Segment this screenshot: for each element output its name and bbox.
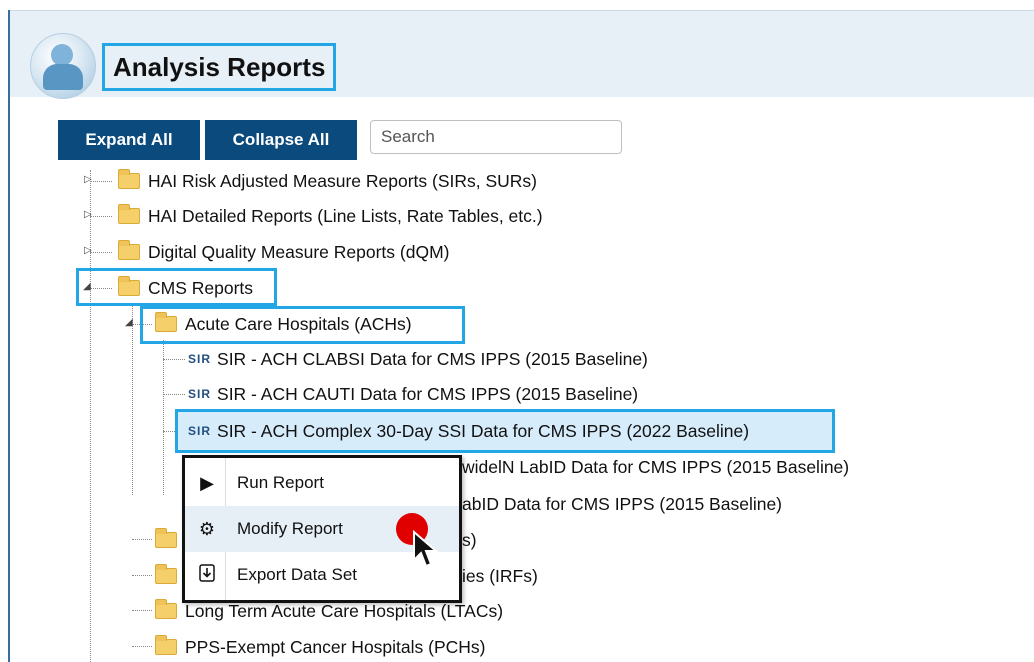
folder-icon — [118, 169, 140, 189]
report-label: SIR - ACH Complex 30-Day SSI Data for CM… — [217, 420, 750, 441]
tree-node-label: HAI Risk Adjusted Measure Reports (SIRs,… — [148, 170, 538, 191]
tree-node-pchs[interactable]: PPS-Exempt Cancer Hospitals (PCHs) — [155, 633, 486, 661]
tree-node-label: ies (IRFs) — [462, 565, 538, 586]
tree-node-label: Acute Care Hospitals (ACHs) — [185, 313, 412, 334]
report-complex-ssi[interactable]: SIR SIR - ACH Complex 30-Day SSI Data fo… — [188, 417, 749, 445]
expand-toggle-icon[interactable]: ▷ — [84, 245, 92, 256]
export-icon — [185, 563, 229, 587]
report-cauti[interactable]: SIR SIR - ACH CAUTI Data for CMS IPPS (2… — [188, 380, 638, 408]
page-left-rule — [8, 10, 10, 662]
tree-node-label: Digital Quality Measure Reports (dQM) — [148, 241, 450, 262]
tree-connector — [132, 610, 152, 611]
tree-node-dqm[interactable]: Digital Quality Measure Reports (dQM) — [118, 238, 449, 266]
tree-node-label: HAI Detailed Reports (Line Lists, Rate T… — [148, 205, 543, 226]
report-clabsi[interactable]: SIR SIR - ACH CLABSI Data for CMS IPPS (… — [188, 345, 648, 373]
tree-connector — [90, 170, 91, 662]
expand-all-button[interactable]: Expand All — [58, 120, 200, 160]
tree-connector — [90, 216, 112, 217]
report-label: abID Data for CMS IPPS (2015 Baseline) — [462, 493, 783, 514]
menu-item-label: Modify Report — [237, 519, 343, 538]
tree-node-ach[interactable]: Acute Care Hospitals (ACHs) — [155, 310, 412, 338]
report-label: widelN LabID Data for CMS IPPS (2015 Bas… — [462, 456, 850, 477]
tree-node-label: PPS-Exempt Cancer Hospitals (PCHs) — [185, 636, 486, 657]
menu-item-run-report[interactable]: ▶ Run Report — [185, 460, 459, 506]
menu-item-label: Export Data Set — [237, 565, 358, 584]
tree-node-hai-detailed[interactable]: HAI Detailed Reports (Line Lists, Rate T… — [118, 202, 543, 230]
page-header: Analysis Reports — [10, 10, 1034, 99]
collapse-all-button[interactable]: Collapse All — [205, 120, 357, 160]
folder-icon — [155, 564, 177, 584]
tree-connector — [132, 324, 152, 325]
tree-connector — [132, 575, 152, 576]
logo-figure-head — [51, 44, 73, 66]
sir-badge: SIR — [188, 424, 212, 438]
tree-connector — [132, 646, 152, 647]
report-facwide-labid-partial[interactable]: widelN LabID Data for CMS IPPS (2015 Bas… — [462, 453, 849, 481]
title-highlight: Analysis Reports — [102, 43, 337, 91]
folder-icon — [155, 528, 177, 548]
tree-connector — [90, 181, 112, 182]
expand-toggle-icon[interactable]: ▷ — [84, 209, 92, 220]
tree-node-hai-risk-adjusted[interactable]: HAI Risk Adjusted Measure Reports (SIRs,… — [118, 167, 537, 195]
tree-node-partial-2[interactable] — [155, 562, 185, 590]
collapse-toggle-icon[interactable]: ◢ — [125, 317, 133, 328]
tree-connector — [132, 539, 152, 540]
tree-connector — [90, 288, 112, 289]
tree-node-partial-1-label[interactable]: s) — [462, 526, 477, 554]
logo-figure-body — [43, 64, 83, 90]
folder-icon — [118, 276, 140, 296]
report-label: SIR - ACH CAUTI Data for CMS IPPS (2015 … — [217, 383, 639, 404]
search-input[interactable] — [370, 120, 622, 154]
folder-icon — [118, 240, 140, 260]
page-title: Analysis Reports — [113, 52, 326, 82]
tree-node-label: s) — [462, 529, 477, 550]
tree-connector — [163, 394, 185, 395]
tree-node-cms-reports[interactable]: CMS Reports — [118, 274, 253, 302]
tree-connector — [163, 340, 164, 495]
folder-icon — [155, 312, 177, 332]
tree-node-label: CMS Reports — [148, 277, 254, 298]
tree-connector — [163, 359, 185, 360]
folder-icon — [155, 635, 177, 655]
cursor-arrow-icon — [413, 530, 438, 568]
gear-icon: ⚙ — [198, 518, 216, 539]
expand-toggle-icon[interactable]: ▷ — [84, 174, 92, 185]
menu-item-label: Run Report — [237, 473, 324, 492]
sir-badge: SIR — [188, 387, 212, 401]
tree-node-irfs-label[interactable]: ies (IRFs) — [462, 562, 538, 590]
app-logo — [30, 33, 96, 99]
report-label: SIR - ACH CLABSI Data for CMS IPPS (2015… — [217, 348, 648, 369]
tree-node-partial-1[interactable] — [155, 526, 185, 554]
collapse-toggle-icon[interactable]: ◢ — [83, 281, 91, 292]
sir-badge: SIR — [188, 352, 212, 366]
report-labid-partial[interactable]: abID Data for CMS IPPS (2015 Baseline) — [462, 490, 782, 518]
tree-connector — [132, 305, 133, 495]
folder-icon — [118, 204, 140, 224]
folder-icon — [155, 599, 177, 619]
tree-node-label: Long Term Acute Care Hospitals (LTACs) — [185, 600, 504, 621]
tree-connector — [90, 252, 112, 253]
play-icon: ▶ — [200, 472, 214, 493]
